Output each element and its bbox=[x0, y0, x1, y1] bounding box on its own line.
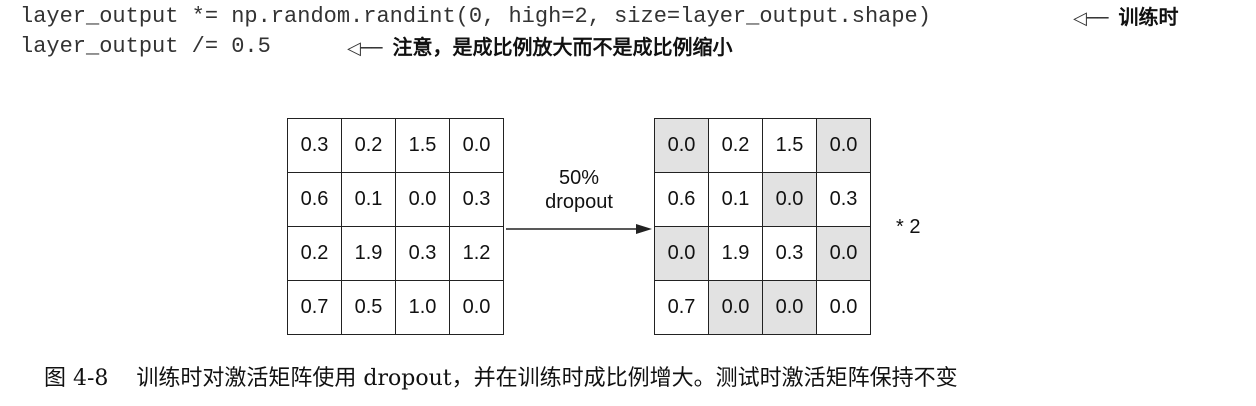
output-matrix-cell-dropped: 0.0 bbox=[762, 172, 817, 227]
input-matrix-row: 0.2 1.9 0.3 1.2 bbox=[287, 226, 504, 281]
output-matrix-row: 0.0 1.9 0.3 0.0 bbox=[654, 226, 871, 281]
output-matrix-cell-dropped: 0.0 bbox=[816, 226, 871, 281]
train-annotation: ◁── 训练时 bbox=[1073, 4, 1179, 32]
input-matrix-cell: 0.3 bbox=[449, 172, 504, 227]
output-matrix-cell: 0.0 bbox=[816, 280, 871, 335]
output-matrix-cell: 0.3 bbox=[816, 172, 871, 227]
input-matrix-cell: 0.6 bbox=[287, 172, 342, 227]
figure-number: 图 4-8 bbox=[44, 366, 109, 391]
output-matrix-cell: 0.3 bbox=[762, 226, 817, 281]
input-matrix-cell: 0.2 bbox=[341, 118, 396, 173]
dropout-name: dropout bbox=[545, 191, 613, 213]
input-matrix-row: 0.7 0.5 1.0 0.0 bbox=[287, 280, 504, 335]
caption-text: 训练时对激活矩阵使用 dropout，并在训练时成比例增大。测试时激活矩阵保持不… bbox=[136, 366, 958, 391]
code-line-mask: layer_output *= np.random.randint(0, hig… bbox=[20, 4, 931, 29]
output-matrix-cell: 1.9 bbox=[708, 226, 763, 281]
output-matrix-cell-dropped: 0.0 bbox=[708, 280, 763, 335]
annotation-arrow-icon: ◁── bbox=[347, 38, 383, 59]
output-matrix-cell-dropped: 0.0 bbox=[762, 280, 817, 335]
input-activation-matrix: 0.3 0.2 1.5 0.0 0.6 0.1 0.0 0.3 0.2 1.9 0.3 1.2 0.7 0… bbox=[287, 118, 504, 335]
input-matrix-cell: 0.3 bbox=[287, 118, 342, 173]
output-matrix-cell: 1.5 bbox=[762, 118, 817, 173]
annotation-arrow-icon: ◁── bbox=[1073, 8, 1109, 29]
train-annotation-label: 训练时 bbox=[1118, 5, 1179, 29]
input-matrix-cell: 0.7 bbox=[287, 280, 342, 335]
input-matrix-cell: 1.2 bbox=[449, 226, 504, 281]
input-matrix-cell: 0.3 bbox=[395, 226, 450, 281]
output-matrix-row: 0.7 0.0 0.0 0.0 bbox=[654, 280, 871, 335]
scale-factor-label: * 2 bbox=[896, 216, 921, 238]
input-matrix-cell: 0.0 bbox=[449, 118, 504, 173]
input-matrix-cell: 1.9 bbox=[341, 226, 396, 281]
input-matrix-cell: 0.2 bbox=[287, 226, 342, 281]
code-line-scale: layer_output /= 0.5 bbox=[20, 34, 271, 59]
input-matrix-cell: 1.0 bbox=[395, 280, 450, 335]
output-matrix-cell: 0.7 bbox=[654, 280, 709, 335]
output-matrix-cell-dropped: 0.0 bbox=[654, 118, 709, 173]
dropout-arrow-icon bbox=[506, 224, 652, 234]
input-matrix-row: 0.3 0.2 1.5 0.0 bbox=[287, 118, 504, 173]
output-activation-matrix: 0.0 0.2 1.5 0.0 0.6 0.1 0.0 0.3 0.0 1.9 0.3 0.0 0.7 0… bbox=[654, 118, 871, 335]
dropout-rate: 50% bbox=[558, 167, 600, 189]
input-matrix-cell: 1.5 bbox=[395, 118, 450, 173]
scale-annotation-label: 注意，是成比例放大而不是成比例缩小 bbox=[392, 35, 733, 59]
output-matrix-cell-dropped: 0.0 bbox=[654, 226, 709, 281]
scale-annotation: ◁── 注意，是成比例放大而不是成比例缩小 bbox=[347, 34, 733, 62]
figure-caption: 图 4-8 训练时对激活矩阵使用 dropout，并在训练时成比例增大。测试时激活… bbox=[44, 360, 958, 392]
output-matrix-cell-dropped: 0.0 bbox=[816, 118, 871, 173]
output-matrix-cell: 0.2 bbox=[708, 118, 763, 173]
input-matrix-cell: 0.1 bbox=[341, 172, 396, 227]
input-matrix-cell: 0.0 bbox=[395, 172, 450, 227]
output-matrix-row: 0.0 0.2 1.5 0.0 bbox=[654, 118, 871, 173]
output-matrix-cell: 0.6 bbox=[654, 172, 709, 227]
input-matrix-cell: 0.5 bbox=[341, 280, 396, 335]
input-matrix-row: 0.6 0.1 0.0 0.3 bbox=[287, 172, 504, 227]
dropout-label: 50% dropout bbox=[528, 166, 630, 214]
output-matrix-row: 0.6 0.1 0.0 0.3 bbox=[654, 172, 871, 227]
output-matrix-cell: 0.1 bbox=[708, 172, 763, 227]
input-matrix-cell: 0.0 bbox=[449, 280, 504, 335]
